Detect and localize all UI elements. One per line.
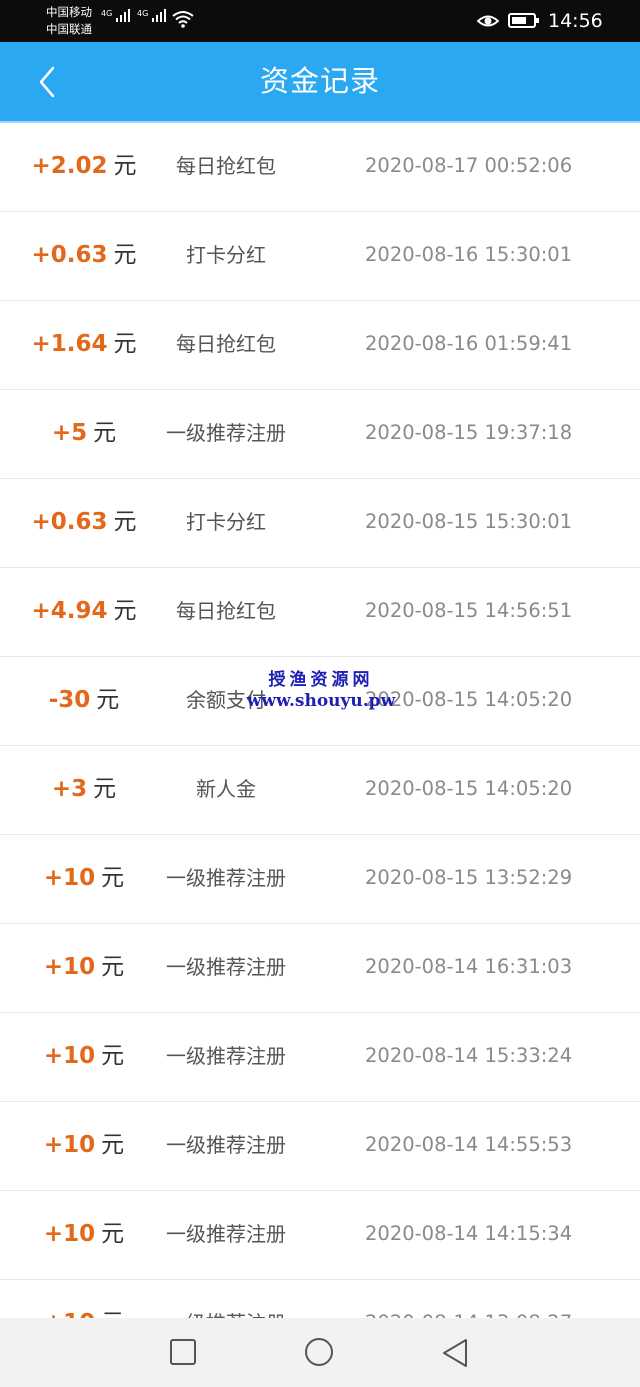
amount-value: +10 (43, 1132, 96, 1158)
record-time: 2020-08-14 13:08:27 (365, 1280, 572, 1318)
record-time: 2020-08-15 13:52:29 (365, 866, 573, 889)
back-triangle-icon[interactable] (441, 1338, 469, 1368)
record-time: 2020-08-17 00:52:06 (365, 154, 573, 177)
record-type: 打卡分红 (186, 510, 266, 534)
record-row[interactable]: +10 元 一级推荐注册 2020-08-15 13:52:29 (0, 835, 640, 924)
record-time: 2020-08-15 14:05:20 (365, 777, 573, 800)
record-row[interactable]: +2.02 元每日抢红包 2020-08-17 00:52:06 (0, 123, 640, 212)
amount-value: +5 (51, 420, 88, 446)
carrier-1: 中国移动 (46, 5, 92, 19)
record-row[interactable]: +10 元 一级推荐注册 2020-08-14 16:31:03 (0, 924, 640, 1013)
amount-value: +3 (51, 776, 88, 802)
amount-unit: 元 (93, 420, 117, 446)
record-type: 每日抢红包 (176, 599, 276, 623)
status-time: 14:56 (548, 10, 603, 32)
amount-value: +1.64 (31, 331, 108, 357)
amount-value: +10 (44, 1310, 95, 1318)
amount-unit: 元 (101, 954, 125, 980)
record-time: 2020-08-16 01:59:41 (365, 332, 573, 355)
amount-value: +10 (43, 865, 96, 891)
status-bar: 中国移动 中国联通 4G 4G 14:56 (0, 0, 640, 42)
record-type: 一级推荐注册 (166, 955, 286, 979)
record-type: 余额支付 (186, 688, 266, 712)
record-row[interactable]: +10 元 一级推荐注册 2020-08-14 14:15:34 (0, 1191, 640, 1280)
chevron-left-icon (39, 66, 55, 98)
amount-value: +0.63 (31, 242, 108, 268)
amount-unit: 元 (101, 1310, 124, 1318)
amount-unit: 元 (96, 687, 120, 713)
record-time: 2020-08-14 14:15:34 (365, 1222, 573, 1245)
recents-square-icon[interactable] (169, 1338, 197, 1366)
home-circle-icon[interactable] (304, 1338, 334, 1368)
record-type: 一级推荐注册 (166, 1044, 286, 1068)
record-type: 一级推荐注册 (131, 1280, 321, 1318)
system-nav-bar (0, 1318, 640, 1387)
record-type: 每日抢红包 (176, 154, 276, 178)
record-row[interactable]: +3 元 新人金 2020-08-15 14:05:20 (0, 746, 640, 835)
record-row[interactable]: +1.64 元每日抢红包 2020-08-16 01:59:41 (0, 301, 640, 390)
record-type: 每日抢红包 (176, 332, 276, 356)
record-time: 2020-08-15 14:56:51 (365, 599, 573, 622)
network-type-2: 4G (137, 9, 149, 18)
amount-value: +10 (43, 954, 96, 980)
amount-unit: 元 (101, 1043, 125, 1069)
record-row[interactable]: +10 元 一级推荐注册 2020-08-14 14:55:53 (0, 1102, 640, 1191)
amount-unit: 元 (101, 1221, 125, 1247)
amount-unit: 元 (93, 776, 117, 802)
record-time: 2020-08-15 19:37:18 (365, 421, 573, 444)
record-time: 2020-08-14 15:33:24 (365, 1044, 573, 1067)
record-time: 2020-08-15 14:05:20 (365, 688, 573, 711)
record-time: 2020-08-15 15:30:01 (365, 510, 573, 533)
record-type: 打卡分红 (186, 243, 266, 267)
record-row[interactable]: +0.63 元打卡分红 2020-08-16 15:30:01 (0, 212, 640, 301)
record-row[interactable]: +10 元 一级推荐注册 2020-08-14 15:33:24 (0, 1013, 640, 1102)
fund-records-list[interactable]: +2.02 元每日抢红包 2020-08-17 00:52:06 +0.63 元打卡分红… (0, 123, 640, 1318)
amount-value: +10 (43, 1043, 96, 1069)
amount-value: +0.63 (31, 509, 108, 535)
record-time: 2020-08-14 14:55:53 (365, 1133, 573, 1156)
battery-icon (508, 13, 539, 28)
record-row[interactable]: +0.63 元打卡分红 2020-08-15 15:30:01 (0, 479, 640, 568)
carrier-names: 中国移动 中国联通 (46, 4, 92, 38)
app-header: 资金记录 (0, 42, 640, 121)
record-time: 2020-08-14 16:31:03 (365, 955, 573, 978)
record-type: 新人金 (196, 777, 256, 801)
record-type: 一级推荐注册 (166, 866, 286, 890)
record-type: 一级推荐注册 (166, 1133, 286, 1157)
record-row[interactable]: -30 元 余额支付 2020-08-15 14:05:20 (0, 657, 640, 746)
record-row[interactable]: +5 元 一级推荐注册 2020-08-15 19:37:18 (0, 390, 640, 479)
back-button[interactable] (33, 64, 63, 100)
amount-unit: 元 (101, 865, 125, 891)
amount-value: -30 (48, 687, 91, 713)
page-title: 资金记录 (259, 64, 380, 98)
record-row[interactable]: +4.94 元每日抢红包 2020-08-15 14:56:51 (0, 568, 640, 657)
signal-icon: 4G (101, 9, 131, 22)
record-type: 一级推荐注册 (166, 421, 286, 445)
eye-comfort-icon (477, 15, 499, 27)
carrier-2: 中国联通 (46, 22, 92, 36)
record-type: 一级推荐注册 (166, 1222, 286, 1246)
network-type-1: 4G (101, 9, 113, 18)
amount-value: +4.94 (31, 598, 108, 624)
signal-icon: 4G (137, 9, 167, 22)
amount-unit: 元 (101, 1132, 125, 1158)
amount-value: +2.02 (31, 153, 108, 179)
record-time: 2020-08-16 15:30:01 (365, 243, 573, 266)
amount-value: +10 (43, 1221, 96, 1247)
wifi-icon (172, 11, 194, 28)
record-row[interactable]: +10 元一级推荐注册 2020-08-14 13:08:27 (0, 1280, 640, 1318)
